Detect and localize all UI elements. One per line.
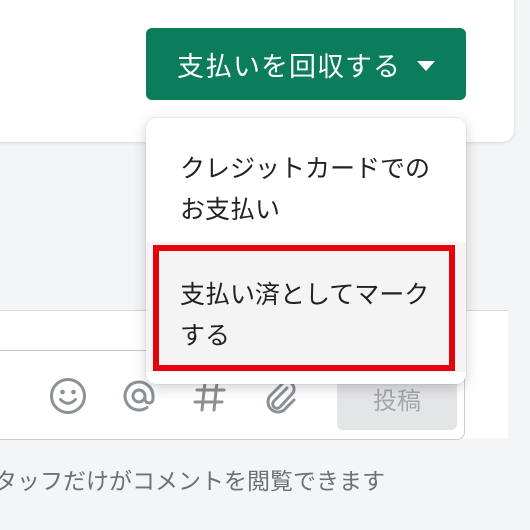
menu-item-credit-card[interactable]: クレジットカードでのお支払い	[146, 148, 466, 230]
staff-visibility-note: タッフだけがコメントを閲覧できます	[0, 469, 385, 495]
collect-payment-label: 支払いを回収する	[177, 51, 401, 83]
collect-payment-dropdown: クレジットカードでのお支払い 支払い済としてマークする	[146, 118, 466, 384]
caret-down-icon	[417, 60, 435, 71]
emoji-icon[interactable]	[46, 374, 90, 418]
menu-item-mark-as-paid[interactable]: 支払い済としてマークする	[146, 242, 466, 372]
collect-payment-button[interactable]: 支払いを回収する	[146, 28, 466, 100]
